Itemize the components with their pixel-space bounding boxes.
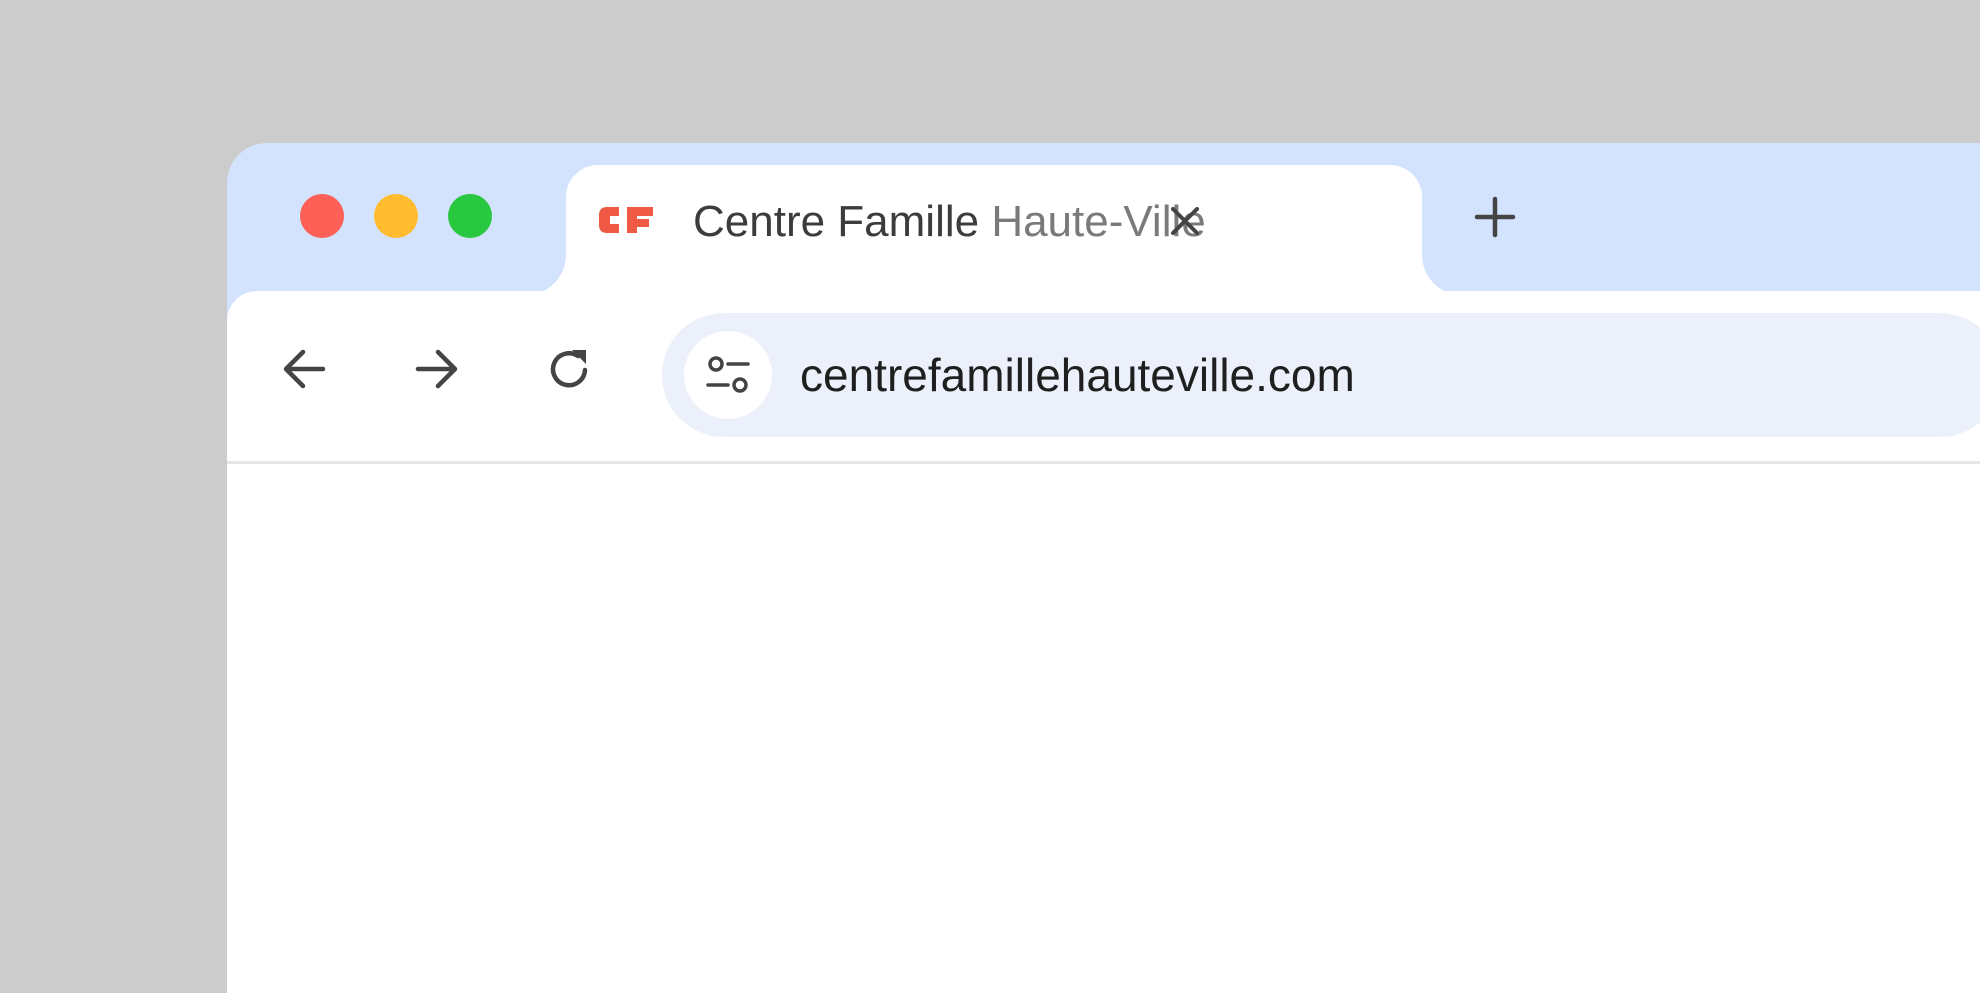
- tab-active[interactable]: Centre Famille Haute-Ville: [486, 165, 1502, 295]
- close-icon: [1171, 207, 1199, 235]
- address-bar[interactable]: centrefamillehauteville.com: [662, 313, 1980, 437]
- browser-window: Centre Famille Haute-Ville centrefamille…: [227, 143, 1980, 993]
- back-button[interactable]: [272, 337, 336, 401]
- site-info-button[interactable]: [684, 331, 772, 419]
- cf-logo-icon: [597, 200, 657, 240]
- tab-close-button[interactable]: [1161, 197, 1209, 245]
- plus-icon: [1474, 196, 1516, 238]
- tune-icon: [706, 356, 750, 393]
- reload-icon: [550, 350, 588, 388]
- window-maximize-button[interactable]: [448, 194, 492, 238]
- window-minimize-button[interactable]: [374, 194, 418, 238]
- toolbar: centrefamillehauteville.com: [227, 291, 1980, 461]
- tab-corner-left: [486, 215, 566, 295]
- tab-corner-right: [1422, 215, 1502, 295]
- tab-title-main: Centre Famille: [693, 197, 992, 246]
- window-close-button[interactable]: [300, 194, 344, 238]
- forward-button[interactable]: [405, 337, 469, 401]
- reload-button[interactable]: [538, 337, 602, 401]
- url-text[interactable]: centrefamillehauteville.com: [800, 348, 1355, 402]
- arrow-right-icon: [415, 349, 458, 389]
- tab-strip: Centre Famille Haute-Ville: [227, 143, 1980, 295]
- new-tab-button[interactable]: [1465, 187, 1525, 247]
- arrow-left-icon: [283, 349, 326, 389]
- page-content: [227, 464, 1980, 993]
